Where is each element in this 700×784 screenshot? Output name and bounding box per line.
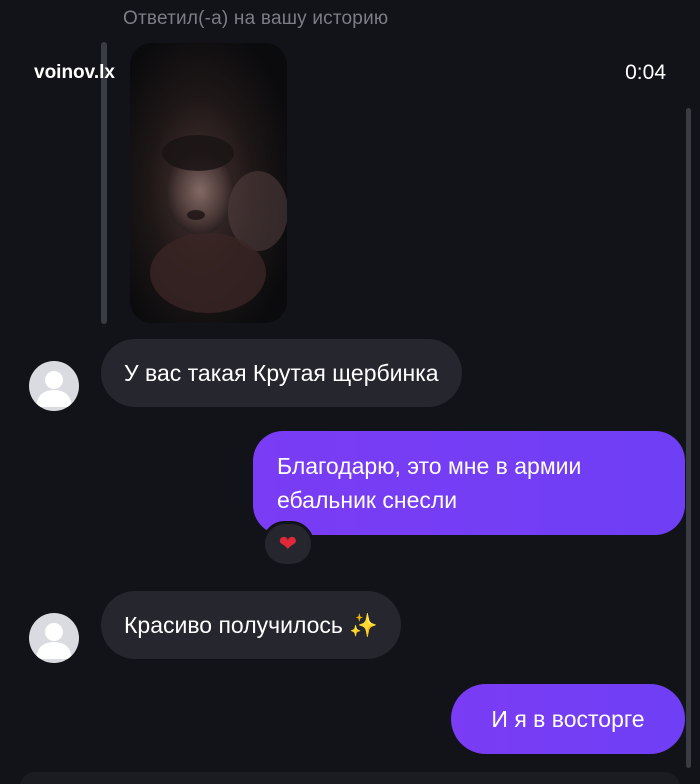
message-bubble-outgoing[interactable]: Благодарю, это мне в армии ебальник снес… — [253, 431, 685, 535]
scrollbar[interactable] — [686, 108, 691, 768]
message-text: Благодарю, это мне в армии ебальник снес… — [277, 453, 582, 513]
story-reply-label: Ответил(-а) на вашу историю — [123, 8, 389, 29]
message-bubble-outgoing[interactable]: И я в восторге — [451, 684, 685, 754]
message-text: Красиво получилось ✨ — [124, 612, 378, 638]
avatar-placeholder-icon[interactable] — [29, 361, 79, 411]
avatar-placeholder-icon[interactable] — [29, 613, 79, 663]
chat-username[interactable]: voinov.lx — [34, 62, 115, 84]
message-composer-edge — [20, 772, 680, 784]
story-image — [130, 43, 287, 323]
reply-quote-bar — [101, 42, 107, 324]
heart-reaction-icon[interactable]: ❤ — [262, 521, 314, 567]
message-bubble-incoming[interactable]: У вас такая Крутая щербинка — [101, 339, 462, 407]
message-text: У вас такая Крутая щербинка — [124, 360, 439, 386]
story-thumbnail[interactable] — [130, 43, 287, 323]
story-timer: 0:04 — [625, 61, 666, 84]
chat-screen: Ответил(-а) на вашу историю voinov.lx 0:… — [0, 0, 700, 784]
message-text: И я в восторге — [491, 706, 645, 732]
message-bubble-incoming[interactable]: Красиво получилось ✨ — [101, 591, 401, 659]
